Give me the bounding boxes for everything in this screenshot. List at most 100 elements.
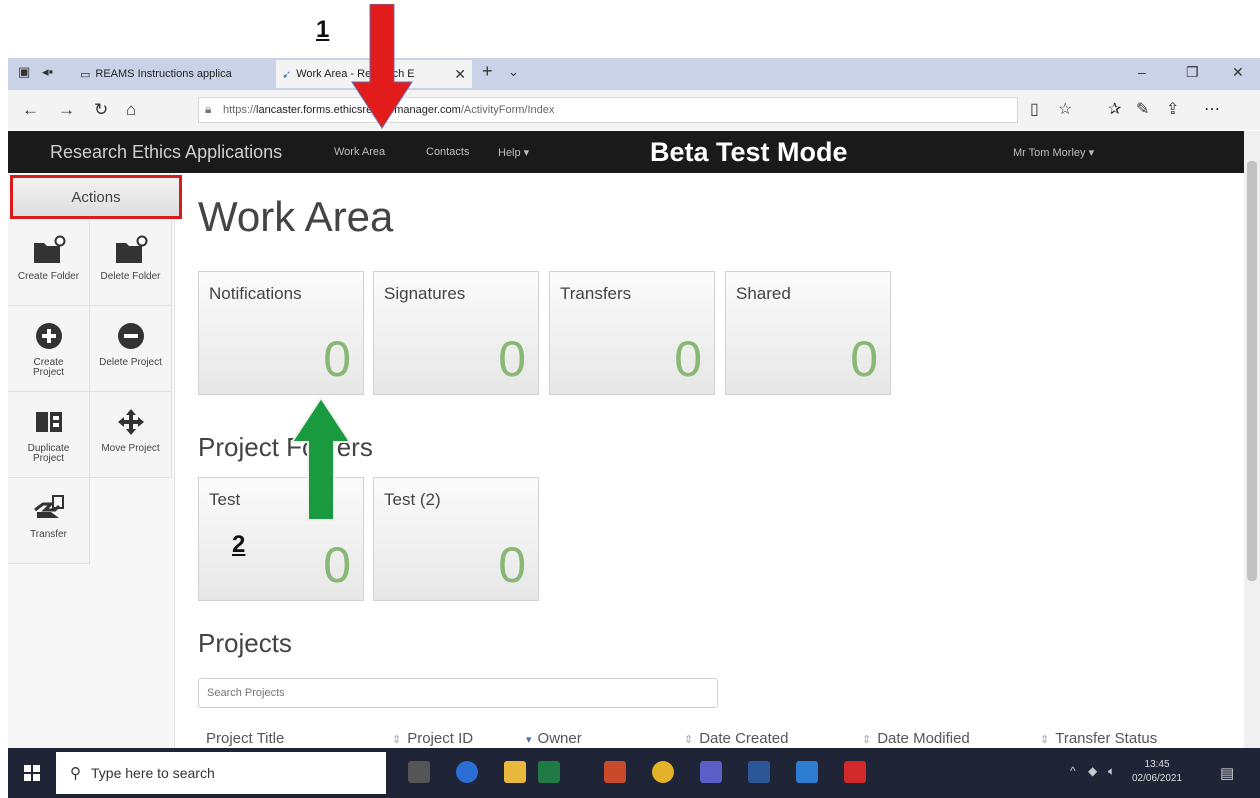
tab-back-icon[interactable]: ◂▪	[42, 64, 53, 80]
powerpoint-icon[interactable]	[604, 761, 626, 783]
minimize-icon[interactable]: –	[1138, 64, 1146, 80]
column-date-modified[interactable]: ⇕ Date Modified	[862, 730, 970, 747]
url-field[interactable]: 🔒︎ https://lancaster.forms.ethicsreviewm…	[198, 97, 1018, 123]
delete-project-button[interactable]: Delete Project	[90, 306, 172, 392]
file-explorer-icon[interactable]	[504, 761, 526, 783]
card-label: Notifications	[209, 284, 302, 303]
teams-icon[interactable]	[700, 761, 722, 783]
annotation-marker-2: 2	[232, 531, 246, 558]
column-owner[interactable]: ▾ Owner	[526, 730, 582, 747]
outlook-icon[interactable]	[796, 761, 818, 783]
favorites-list-icon[interactable]: ✰	[1108, 99, 1121, 119]
clock-time: 13:45	[1144, 759, 1170, 770]
annotation-marker-1: 1	[316, 16, 330, 43]
lock-icon: 🔒︎	[205, 102, 212, 116]
nav-help[interactable]: Help ▾	[498, 146, 529, 159]
transfers-card[interactable]: Transfers 0	[549, 271, 715, 395]
scrollbar-thumb[interactable]	[1247, 161, 1257, 581]
tab-reams-instructions[interactable]: ▭ REAMS Instructions applica	[74, 60, 270, 88]
refresh-icon[interactable]: ↻	[94, 100, 108, 120]
tile-label: Move Project	[101, 443, 160, 454]
chevron-down-icon[interactable]: ⌄	[508, 64, 519, 80]
clock-date: 02/06/2021	[1132, 773, 1183, 784]
folder-label: Test (2)	[384, 490, 441, 509]
url-prefix: https://	[223, 104, 257, 116]
forward-arrow-icon[interactable]: →	[58, 100, 75, 120]
notifications-card[interactable]: Notifications 0	[198, 271, 364, 395]
share-icon[interactable]: ⇪	[1166, 99, 1179, 119]
notification-center-icon[interactable]: ▤	[1220, 764, 1234, 782]
tile-label: Transfer	[30, 529, 67, 540]
excel-icon[interactable]	[538, 761, 560, 783]
page-scrollbar[interactable]	[1244, 131, 1260, 748]
create-folder-button[interactable]: Create Folder	[8, 220, 90, 306]
volume-icon[interactable]: 🔈︎	[1108, 764, 1115, 779]
site-icon: ➹	[282, 68, 292, 81]
taskbar-search-box[interactable]: ⚲ Type here to search	[56, 752, 386, 794]
more-icon[interactable]: ⋯	[1204, 99, 1220, 119]
card-count: 0	[850, 331, 878, 387]
chrome-icon[interactable]	[652, 761, 674, 783]
column-project-id[interactable]: ⇕ Project ID	[392, 730, 473, 747]
reading-view-icon[interactable]: ▯	[1030, 99, 1039, 119]
search-projects-input[interactable]	[198, 678, 718, 708]
column-transfer-status[interactable]: ⇕ Transfer Status	[1040, 730, 1157, 747]
network-icon[interactable]: ◆	[1088, 764, 1097, 778]
nav-contacts[interactable]: Contacts	[426, 146, 469, 158]
delete-folder-button[interactable]: Delete Folder	[90, 220, 172, 306]
pen-icon[interactable]: ✎	[1136, 99, 1149, 119]
move-icon	[116, 406, 146, 438]
start-button[interactable]	[8, 748, 56, 798]
app-navbar: Research Ethics Applications Work Area C…	[8, 131, 1244, 173]
search-icon: ⚲	[70, 765, 81, 782]
beta-mode-label: Beta Test Mode	[650, 137, 848, 167]
card-count: 0	[498, 331, 526, 387]
create-project-button[interactable]: Create Project	[8, 306, 90, 392]
edge-browser-icon[interactable]	[456, 761, 478, 783]
taskbar-clock[interactable]: 13:45 02/06/2021	[1132, 758, 1182, 786]
windows-logo-icon	[24, 765, 40, 781]
favorite-star-icon[interactable]: ☆	[1058, 99, 1072, 119]
close-icon[interactable]: ✕	[454, 66, 466, 83]
sort-icon: ⇕	[1040, 734, 1050, 746]
acrobat-icon[interactable]	[844, 761, 866, 783]
sort-icon: ⇕	[862, 734, 872, 746]
card-label: Signatures	[384, 284, 466, 303]
signatures-card[interactable]: Signatures 0	[373, 271, 539, 395]
tile-label: Duplicate Project	[27, 443, 70, 464]
new-tab-icon[interactable]: +	[482, 61, 493, 82]
tab-label: REAMS Instructions applica	[95, 68, 232, 80]
actions-button[interactable]: Actions	[10, 175, 182, 219]
column-date-created[interactable]: ⇕ Date Created	[684, 730, 788, 747]
tab-actions-icon[interactable]: ▣	[18, 64, 30, 80]
column-project-title[interactable]: Project Title	[206, 730, 284, 747]
window-close-icon[interactable]: ✕	[1232, 64, 1244, 81]
folder-count: 0	[323, 537, 351, 593]
transfer-button[interactable]: Transfer	[8, 478, 90, 564]
projects-heading: Projects	[198, 628, 292, 658]
word-icon[interactable]	[748, 761, 770, 783]
folder-card-test-2[interactable]: Test (2) 0	[373, 477, 539, 601]
nav-work-area[interactable]: Work Area	[334, 146, 385, 158]
restore-icon[interactable]: ❐	[1186, 64, 1199, 81]
tray-chevron-icon[interactable]: ^	[1070, 764, 1076, 778]
card-label: Shared	[736, 284, 791, 303]
duplicate-project-button[interactable]: Duplicate Project	[8, 392, 90, 478]
back-arrow-icon[interactable]: ←	[22, 100, 39, 120]
app-brand[interactable]: Research Ethics Applications	[50, 142, 282, 163]
tile-label: Create Folder	[17, 271, 80, 282]
transfer-icon	[33, 492, 65, 524]
column-label: Date Modified	[877, 730, 970, 747]
shared-card[interactable]: Shared 0	[725, 271, 891, 395]
actions-sidebar: Actions Create Folder Delete Folder Crea…	[8, 173, 182, 748]
column-label: Date Created	[699, 730, 789, 747]
home-icon[interactable]: ⌂	[126, 100, 136, 120]
move-project-button[interactable]: Move Project	[90, 392, 172, 478]
card-count: 0	[674, 331, 702, 387]
tile-label: Delete Folder	[100, 271, 161, 282]
annotation-red-arrow	[351, 4, 413, 129]
annotation-green-arrow	[290, 396, 352, 521]
card-count: 0	[323, 331, 351, 387]
user-menu[interactable]: Mr Tom Morley ▾	[1013, 146, 1094, 159]
task-view-icon[interactable]	[408, 761, 430, 783]
